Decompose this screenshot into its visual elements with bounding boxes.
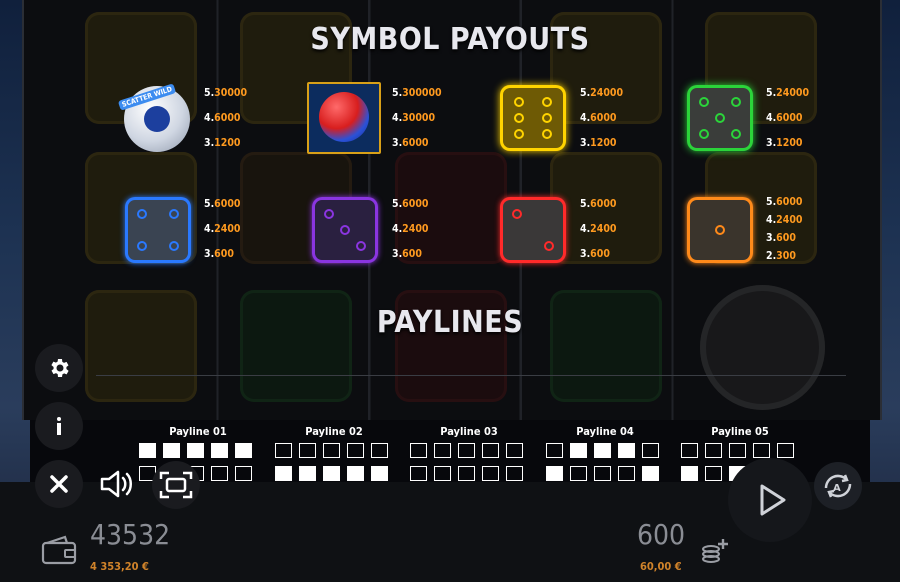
autoplay-button[interactable]: A [814,462,862,510]
payline-cell [211,443,228,458]
autoplay-icon: A [824,474,852,498]
payline-cell [681,443,698,458]
payouts-purple-die: 5.6000 4.2400 3.600 [392,198,429,260]
payline-cell [458,466,475,481]
payline-cell [275,466,292,481]
payline-cell [323,466,340,481]
purple-die-symbol [312,197,378,263]
payline-cell [187,443,204,458]
fullscreen-icon [159,471,193,499]
payline-cell [618,466,635,481]
payline-label: Payline 04 [576,425,634,438]
payline-cell [275,443,292,458]
payline-cell [570,443,587,458]
blue-die-symbol [125,197,191,263]
yellow-die-symbol [500,85,566,151]
scatter-wild-symbol: SCATTER WILD [117,83,190,152]
close-button[interactable] [35,460,83,508]
orange-die-symbol [687,197,753,263]
payouts-green-die: 5.24000 4.6000 3.1200 [766,87,810,149]
speaker-icon [100,470,132,498]
payline-cell [546,443,563,458]
fullscreen-button[interactable] [152,461,200,509]
payline-cell [618,443,635,458]
payline-cell [705,466,722,481]
payline-cell [211,466,228,481]
wallet-area [40,534,78,566]
bet-money: 60,00 € [640,560,682,573]
section-divider [96,375,846,376]
payline-label: Payline 03 [440,425,498,438]
spin-button[interactable] [728,458,812,542]
atom-symbol [307,82,381,154]
payline-label: Payline 01 [169,425,227,438]
payline-label: Payline 02 [305,425,363,438]
payline-cell [410,466,427,481]
coins-icon [702,539,728,563]
bet-credits: 600 [637,518,686,551]
payouts-yellow-die: 5.24000 4.6000 3.1200 [580,87,624,149]
payouts-red-die: 5.6000 4.2400 3.600 [580,198,617,260]
payline-cell [323,443,340,458]
sound-button[interactable] [96,464,140,504]
star-emblem [144,106,170,132]
payline-cell [235,466,252,481]
payouts-scatter-wild: 5.30000 4.6000 3.1200 [204,87,248,149]
payline-cell [458,443,475,458]
info-icon [57,417,61,435]
info-button[interactable] [35,402,83,450]
payline-cell [371,466,388,481]
atom-sphere [319,92,369,142]
bet-button[interactable] [700,536,730,566]
payline-cell [642,443,659,458]
play-icon [760,484,786,516]
symbol-payouts-title: SYMBOL PAYOUTS [310,22,590,57]
gear-icon [51,359,69,377]
payline-cell [139,443,156,458]
payline-cell [347,443,364,458]
payline-cell [347,466,364,481]
bg-scatter [700,285,825,410]
green-die-symbol [687,85,753,151]
payline-cell [642,466,659,481]
payline-cell [371,443,388,458]
payouts-orange-die: 5.6000 4.2400 3.600 2.300 [766,196,803,262]
close-icon [50,475,68,493]
payouts-atom: 5.300000 4.30000 3.6000 [392,87,442,149]
payline-cell [681,466,698,481]
balance-money: 4 353,20 € [90,560,149,573]
payline-cell [299,443,316,458]
payline-cell [594,466,611,481]
red-die-symbol [500,197,566,263]
payline-cell [546,466,563,481]
payline-cell [729,443,746,458]
payline-cell [235,443,252,458]
payline-cell [434,466,451,481]
payouts-blue-die: 5.6000 4.2400 3.600 [204,198,241,260]
payline-cell [594,443,611,458]
payline-cell [482,466,499,481]
payline-cell [163,443,180,458]
payline-cell [570,466,587,481]
payline-cell [777,443,794,458]
balance-credits: 43532 [90,518,171,551]
payline-cell [753,443,770,458]
settings-button[interactable] [35,344,83,392]
payline-cell [410,443,427,458]
wallet-icon [41,535,77,565]
payline-cell [482,443,499,458]
paylines-title: PAYLINES [376,305,524,340]
payline-cell [705,443,722,458]
svg-text:A: A [833,483,841,494]
payline-label: Payline 05 [711,425,769,438]
payline-cell [299,466,316,481]
payline-cell [434,443,451,458]
payline-cell [506,466,523,481]
payline-cell [506,443,523,458]
